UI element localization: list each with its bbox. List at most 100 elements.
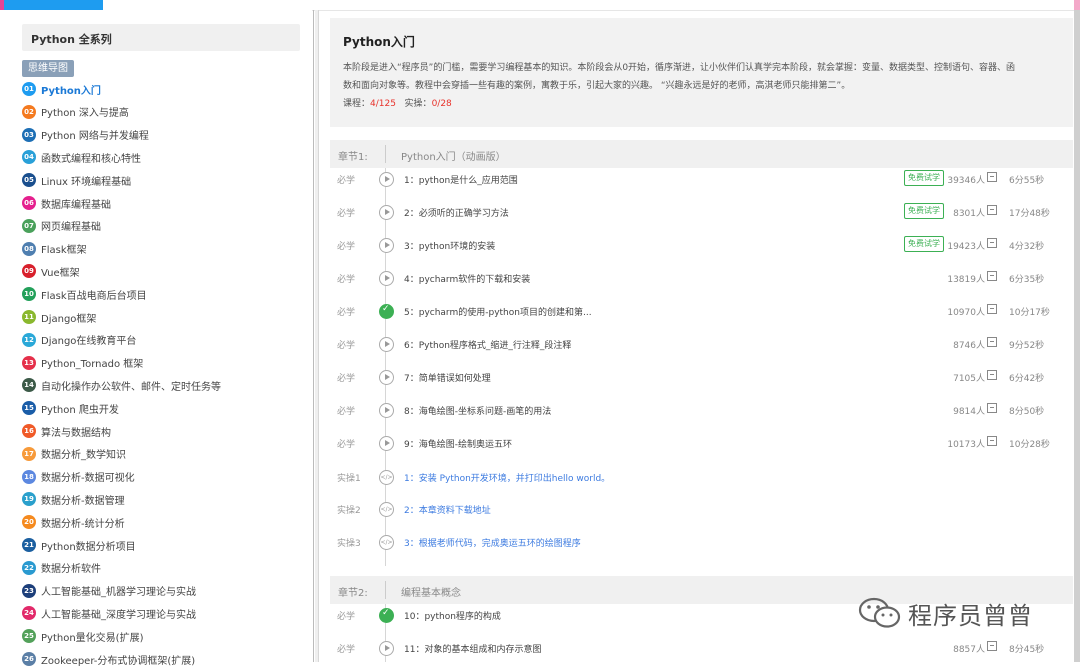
code-icon[interactable]: </>	[379, 470, 394, 485]
course-label: Python 网络与并发编程	[41, 131, 149, 143]
free-trial-badge[interactable]: 免费试学	[904, 236, 944, 252]
lesson-row[interactable]: 必学 3：python环境的安装 免费试学 19423人 4分32秒	[330, 234, 1073, 256]
stage-description: 本阶段是进入“程序员”的门槛，需要学习编程基本的知识。本阶段会从0开始，循序渐进…	[343, 59, 1067, 95]
lesson-title[interactable]: 8：海龟绘图-坐标系问题-画笔的用法	[404, 404, 551, 417]
sidebar-course-item[interactable]: 04 函数式编程和核心特性	[22, 148, 141, 166]
lesson-title[interactable]: 1：安装 Python开发环境，并打印出hello world。	[404, 471, 610, 484]
sidebar-course-item[interactable]: 02 Python 深入与提高	[22, 103, 129, 121]
course-label: 数据库编程基础	[41, 199, 111, 211]
play-icon[interactable]	[379, 403, 394, 418]
sidebar-course-item[interactable]: 19 数据分析-数据管理	[22, 490, 125, 508]
play-icon[interactable]	[379, 641, 394, 656]
sidebar-course-item[interactable]: 13 Python_Tornado 框架	[22, 354, 143, 372]
sidebar-course-item[interactable]: 08 Flask框架	[22, 240, 87, 258]
play-triangle-icon	[385, 374, 390, 380]
completed-check-icon[interactable]: ✓	[379, 608, 394, 623]
lesson-row[interactable]: 必学 4：pycharm软件的下载和安装 13819人 6分35秒	[330, 267, 1073, 289]
lesson-duration: 6分35秒	[1009, 275, 1045, 285]
sidebar-course-item[interactable]: 01 Python入门	[22, 80, 101, 98]
sidebar-course-item[interactable]: 21 Python数据分析项目	[22, 536, 136, 554]
lesson-row[interactable]: 必学 9：海龟绘图-绘制奥运五环 10173人 10分28秒	[330, 432, 1073, 454]
chapter-header[interactable]: 章节1: Python入门（动画版）	[330, 140, 1073, 168]
course-label: Flask框架	[41, 245, 87, 257]
practice-row[interactable]: 实操2 </> 2：本章资料下载地址	[330, 498, 1073, 520]
sidebar-course-item[interactable]: 06 数据库编程基础	[22, 194, 111, 212]
course-number-badge: 07	[22, 218, 36, 233]
sidebar-course-item[interactable]: 12 Django在线教育平台	[22, 331, 136, 349]
free-trial-badge[interactable]: 免费试学	[904, 170, 944, 186]
course-number-badge: 05	[22, 173, 36, 188]
sidebar-course-item[interactable]: 22 数据分析软件	[22, 559, 101, 577]
lesson-row[interactable]: 必学 2：必须听的正确学习方法 免费试学 8301人 17分48秒	[330, 201, 1073, 223]
sidebar-course-item[interactable]: 10 Flask百战电商后台项目	[22, 285, 147, 303]
sidebar-course-item[interactable]: 05 Linux 环境编程基础	[22, 171, 131, 189]
lesson-title[interactable]: 2：本章资料下载地址	[404, 503, 491, 516]
lesson-title[interactable]: 11：对象的基本组成和内存示意图	[404, 642, 541, 655]
sidebar-course-item[interactable]: 23 人工智能基础_机器学习理论与实战	[22, 582, 196, 600]
play-icon[interactable]	[379, 271, 394, 286]
lesson-title[interactable]: 3：根据老师代码，完成奥运五环的绘图程序	[404, 536, 581, 549]
sidebar-course-item[interactable]: 15 Python 爬虫开发	[22, 399, 119, 417]
sidebar-course-item[interactable]: 03 Python 网络与并发编程	[22, 126, 149, 144]
lesson-row[interactable]: 必学 8：海龟绘图-坐标系问题-画笔的用法 9814人 8分50秒	[330, 399, 1073, 421]
duration-icon	[987, 436, 997, 446]
course-label: 数据分析_数学知识	[41, 450, 126, 462]
course-label: 算法与数据结构	[41, 427, 111, 439]
lesson-row[interactable]: 必学 7：简单错误如何处理 7105人 6分42秒	[330, 366, 1073, 388]
course-label: Linux 环境编程基础	[41, 176, 132, 188]
play-triangle-icon	[385, 645, 390, 651]
lesson-row[interactable]: 必学 ✓ 5：pycharm的使用-python项目的创建和第... 10970人 10…	[330, 300, 1073, 322]
play-icon[interactable]	[379, 370, 394, 385]
course-number-badge: 16	[22, 424, 36, 438]
lesson-title[interactable]: 10：python程序的构成	[404, 609, 501, 622]
free-trial-badge[interactable]: 免费试学	[904, 203, 944, 219]
sidebar-course-item[interactable]: 18 数据分析-数据可视化	[22, 468, 135, 486]
viewer-count: 8301人	[953, 209, 985, 219]
play-icon[interactable]	[379, 337, 394, 352]
lesson-row[interactable]: 必学 1：python是什么_应用范围 免费试学 39346人 6分55秒	[330, 168, 1073, 190]
play-icon[interactable]	[379, 205, 394, 220]
lesson-tag: 实操3	[337, 539, 361, 549]
play-icon[interactable]	[379, 172, 394, 187]
play-icon[interactable]	[379, 436, 394, 451]
lesson-duration: 17分48秒	[1009, 209, 1050, 219]
play-icon[interactable]	[379, 238, 394, 253]
lesson-title[interactable]: 1：python是什么_应用范围	[404, 173, 518, 186]
completed-check-icon[interactable]: ✓	[379, 304, 394, 319]
sidebar-course-item[interactable]: 24 人工智能基础_深度学习理论与实战	[22, 604, 196, 622]
sidebar-course-item[interactable]: 26 Zookeeper-分布式协调框架(扩展)	[22, 650, 195, 668]
sidebar-course-item[interactable]: 11 Django框架	[22, 308, 96, 326]
sidebar-course-item[interactable]: 25 Python量化交易(扩展)	[22, 627, 143, 645]
sidebar-course-item[interactable]: 09 Vue框架	[22, 262, 80, 280]
duration-icon	[987, 641, 997, 651]
course-label: Flask百战电商后台项目	[41, 290, 147, 302]
lesson-title[interactable]: 3：python环境的安装	[404, 239, 495, 252]
lesson-title[interactable]: 7：简单错误如何处理	[404, 371, 491, 384]
sidebar-course-item[interactable]: 07 网页编程基础	[22, 217, 101, 235]
mindmap-button[interactable]: 思维导图	[22, 60, 74, 77]
sidebar-course-item[interactable]: 14 自动化操作办公软件、邮件、定时任务等	[22, 376, 221, 394]
viewer-count: 13819人	[947, 275, 985, 285]
practice-row[interactable]: 实操1 </> 1：安装 Python开发环境，并打印出hello world。	[330, 466, 1073, 488]
lesson-tag: 必学	[337, 341, 356, 351]
lesson-title[interactable]: 2：必须听的正确学习方法	[404, 206, 509, 219]
chapter-separator	[385, 581, 386, 599]
lesson-row[interactable]: 必学 11：对象的基本组成和内存示意图 8857人 8分45秒	[330, 637, 1073, 659]
lesson-row[interactable]: 必学 6：Python程序格式_缩进_行注释_段注释 8746人 9分52秒	[330, 333, 1073, 355]
lesson-title[interactable]: 4：pycharm软件的下载和安装	[404, 272, 530, 285]
main-scrollbar[interactable]	[1074, 10, 1080, 662]
stage-title: Python入门	[343, 35, 415, 49]
code-icon[interactable]: </>	[379, 502, 394, 517]
practice-progress-label: 实操：	[404, 99, 432, 109]
sidebar-course-item[interactable]: 16 算法与数据结构	[22, 422, 111, 440]
practice-row[interactable]: 实操3 </> 3：根据老师代码，完成奥运五环的绘图程序	[330, 531, 1073, 553]
code-icon[interactable]: </>	[379, 535, 394, 550]
course-label: Django框架	[41, 313, 97, 325]
lesson-title[interactable]: 9：海龟绘图-绘制奥运五环	[404, 437, 512, 450]
sidebar-course-item[interactable]: 17 数据分析_数学知识	[22, 445, 126, 463]
lesson-title[interactable]: 6：Python程序格式_缩进_行注释_段注释	[404, 338, 571, 351]
chapter-title: Python入门（动画版）	[401, 152, 506, 163]
lesson-title[interactable]: 5：pycharm的使用-python项目的创建和第...	[404, 305, 592, 318]
duration-icon	[987, 172, 997, 182]
sidebar-course-item[interactable]: 20 数据分析-统计分析	[22, 513, 125, 531]
